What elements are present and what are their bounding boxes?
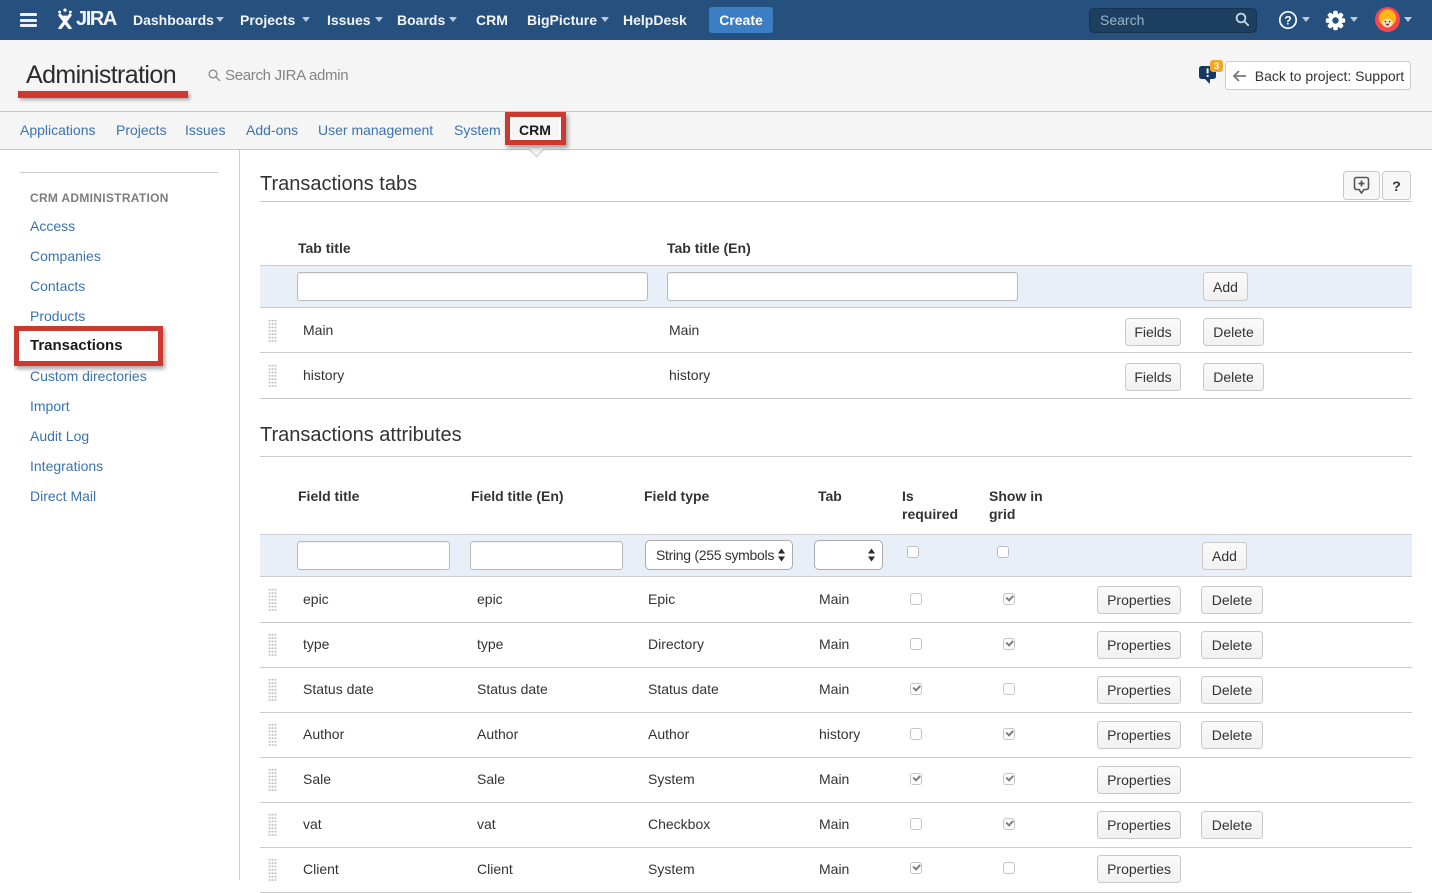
svg-text:?: ? [1284, 14, 1291, 28]
